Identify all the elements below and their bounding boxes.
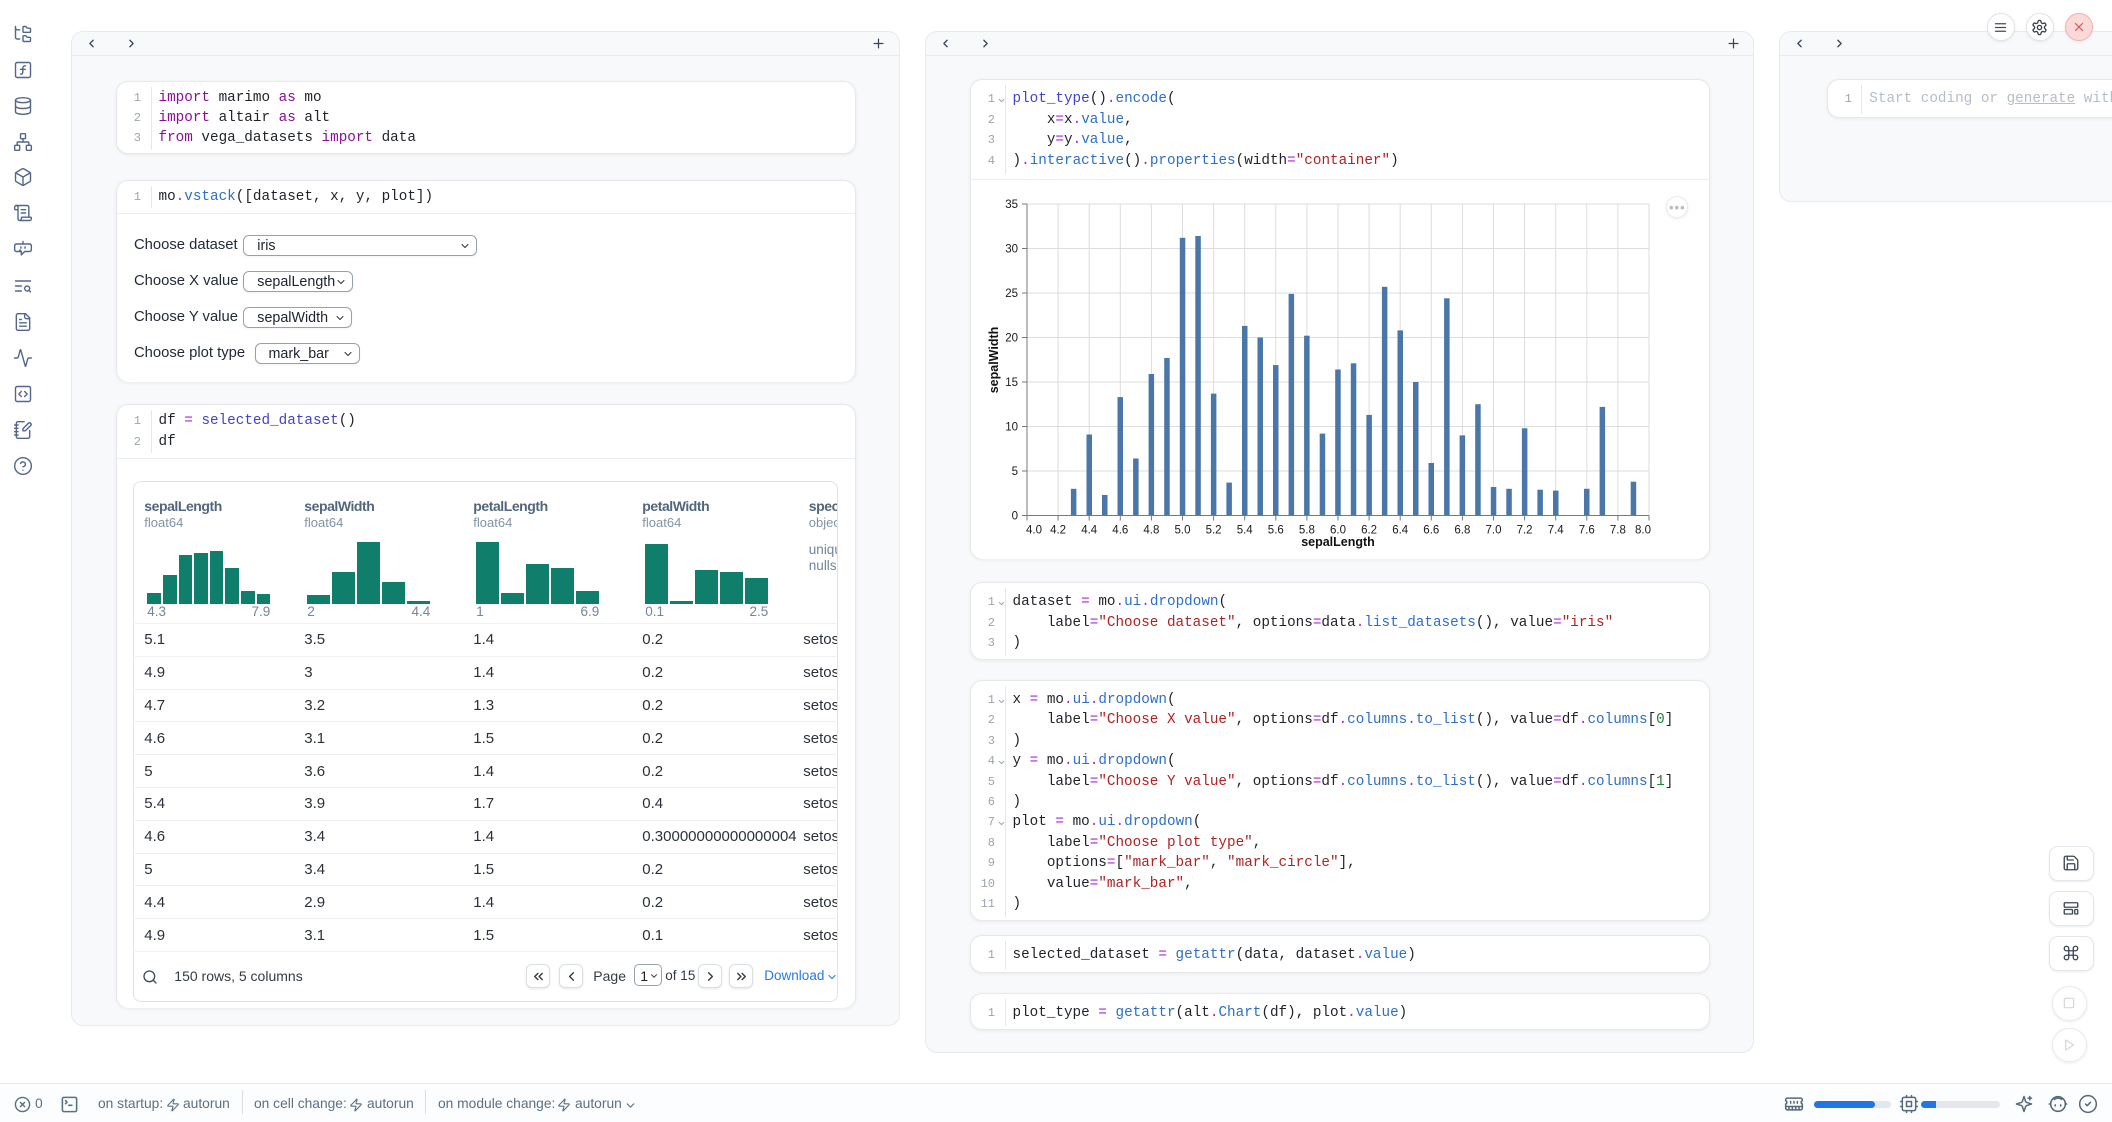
- svg-text:30: 30: [1005, 243, 1018, 255]
- svg-text:4.0: 4.0: [1026, 524, 1042, 536]
- svg-text:7.2: 7.2: [1517, 524, 1533, 536]
- svg-text:25: 25: [1005, 288, 1018, 300]
- svg-text:6.8: 6.8: [1454, 524, 1470, 536]
- svg-text:5: 5: [1012, 466, 1018, 478]
- svg-text:sepalWidth: sepalWidth: [987, 327, 1001, 394]
- svg-text:7.8: 7.8: [1610, 524, 1626, 536]
- svg-text:15: 15: [1005, 377, 1018, 389]
- svg-text:7.4: 7.4: [1548, 524, 1565, 536]
- svg-text:35: 35: [1005, 199, 1018, 211]
- svg-text:6.4: 6.4: [1392, 524, 1409, 536]
- svg-text:20: 20: [1005, 332, 1018, 344]
- svg-text:6.6: 6.6: [1423, 524, 1439, 536]
- svg-text:4.2: 4.2: [1050, 524, 1066, 536]
- svg-text:5.2: 5.2: [1206, 524, 1222, 536]
- svg-text:5.0: 5.0: [1175, 524, 1191, 536]
- svg-text:4.8: 4.8: [1143, 524, 1159, 536]
- svg-text:10: 10: [1005, 421, 1018, 433]
- svg-text:7.6: 7.6: [1579, 524, 1595, 536]
- svg-text:8.0: 8.0: [1635, 524, 1651, 536]
- svg-text:7.0: 7.0: [1486, 524, 1502, 536]
- svg-text:4.6: 4.6: [1112, 524, 1128, 536]
- svg-text:0: 0: [1012, 510, 1018, 522]
- svg-text:5.6: 5.6: [1268, 524, 1284, 536]
- svg-text:4.4: 4.4: [1081, 524, 1098, 536]
- svg-text:sepalLength: sepalLength: [1301, 535, 1375, 549]
- svg-text:5.4: 5.4: [1237, 524, 1254, 536]
